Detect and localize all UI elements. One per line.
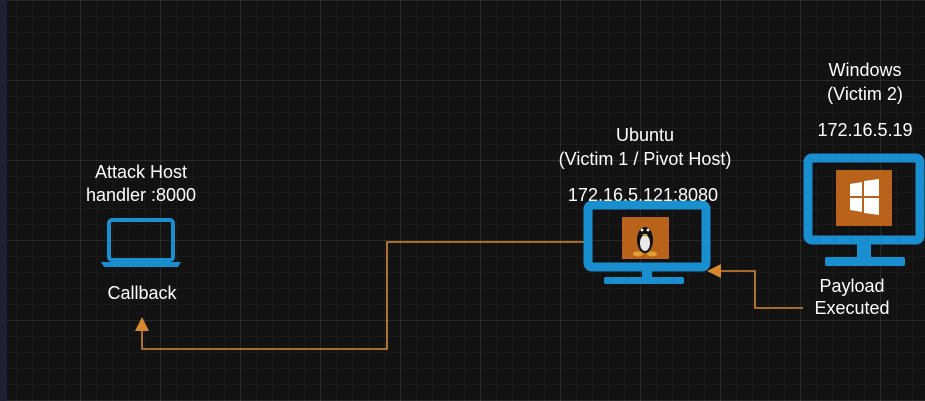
- windows-address: 172.16.5.19: [817, 120, 913, 140]
- ubuntu-address: 172.16.5.121:8080: [567, 185, 719, 205]
- windows-title: Windows: [828, 60, 902, 80]
- windows-role: (Victim 2): [827, 84, 903, 104]
- attack-host-handler: handler :8000: [85, 185, 197, 205]
- windows-logo-icon: [836, 170, 892, 226]
- payload-label: Payload: [819, 276, 885, 296]
- callback-label: Callback: [107, 283, 177, 303]
- attack-host-title: Attack Host: [94, 162, 188, 182]
- linux-tux-icon: [622, 217, 669, 259]
- ubuntu-role: (Victim 1 / Pivot Host): [558, 149, 732, 169]
- callback-arrowhead: [135, 317, 149, 331]
- executed-label: Executed: [814, 298, 890, 318]
- ubuntu-title: Ubuntu: [615, 125, 675, 145]
- laptop-icon: [101, 218, 181, 267]
